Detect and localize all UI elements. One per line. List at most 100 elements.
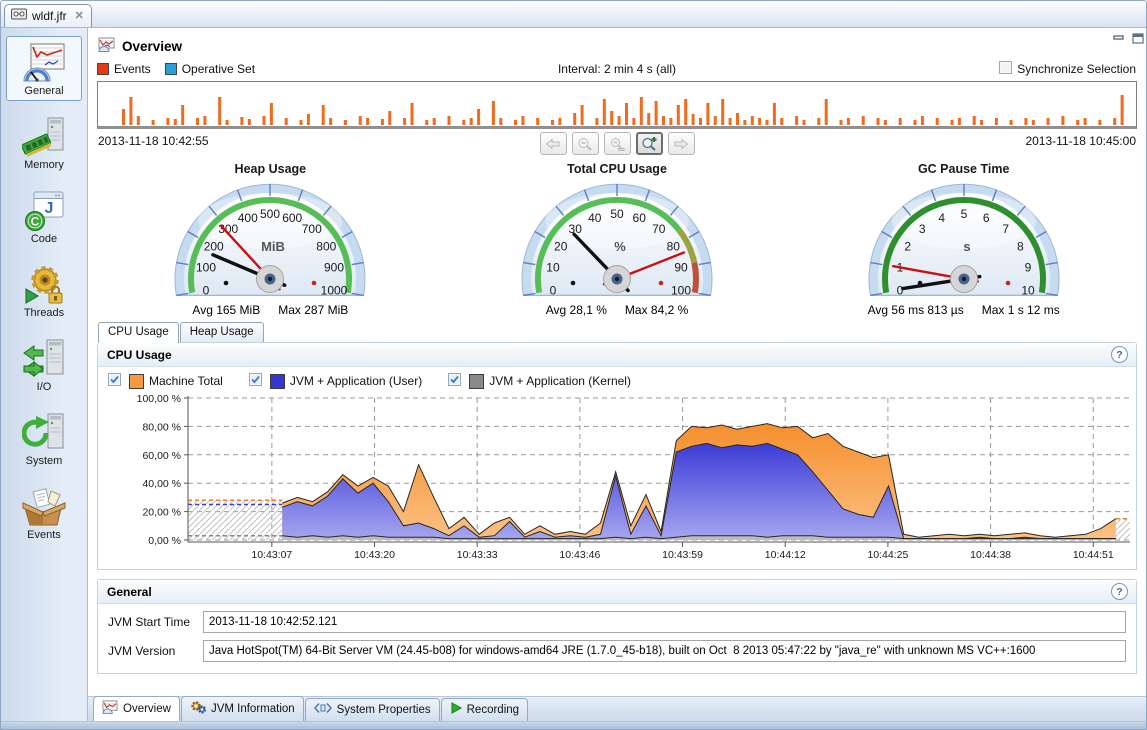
cpu-help-icon[interactable]: ? [1111,346,1128,363]
bottom-tab-bar: Overview JVM Information System Properties… [88,696,1146,721]
bottom-tab-label: System Properties [337,704,431,716]
svg-text:10:43:46: 10:43:46 [559,549,600,561]
general-help-icon[interactable]: ? [1111,583,1128,600]
bottom-tab-label: Recording [467,704,519,716]
svg-text:700: 700 [302,222,322,236]
editor-tab-wldf[interactable]: wldf.jfr ✕ [4,4,92,27]
page-header: Overview [97,28,1137,59]
sidebar-item-system[interactable]: System [6,406,82,471]
timeline-zoom-range-button[interactable] [604,132,631,155]
jvm-start-time-row: JVM Start Time [108,611,1126,633]
overview-tab-icon [102,700,118,717]
jvm-version-field[interactable] [203,640,1126,662]
series-checkbox[interactable] [448,373,461,389]
jvm-start-time-field[interactable] [203,611,1126,633]
series-swatch [469,374,484,389]
timeline-forward-button[interactable] [668,132,695,155]
bottom-tab-system-properties[interactable]: System Properties [305,698,440,721]
svg-text:0: 0 [550,283,557,297]
svg-text:1000: 1000 [321,283,348,297]
svg-text:400: 400 [238,211,258,225]
timeline-strip[interactable] [97,81,1137,129]
svg-text:s: s [963,239,970,254]
svg-text:10: 10 [1021,283,1035,297]
sidebar-item-memory[interactable]: Memory [6,110,82,175]
sidebar-item-code[interactable]: JC Code [6,184,82,249]
timeline-back-button[interactable] [540,132,567,155]
svg-text:200: 200 [204,240,224,254]
svg-text:600: 600 [283,211,303,225]
gauge-avg-value: Avg 28,1 % [546,303,607,317]
sysprops-tab-icon [314,702,332,717]
timeline-nav-buttons [97,132,1137,155]
svg-text:10: 10 [546,261,560,275]
svg-text:100,00 %: 100,00 % [137,393,181,405]
series-checkbox[interactable] [249,373,262,389]
svg-text:0: 0 [203,283,210,297]
sidebar-item-label: Code [8,233,80,245]
tab-cpu-usage[interactable]: CPU Usage [98,322,179,343]
svg-text:100: 100 [671,283,691,297]
svg-text:60,00 %: 60,00 % [142,450,181,462]
sidebar-item-label: Threads [8,307,80,319]
gauge-max-value: Max 84,2 % [625,303,688,317]
legend-label: Events [114,62,151,76]
synchronize-selection[interactable]: Synchronize Selection [999,61,1136,77]
jvm-version-label: JVM Version [108,644,203,658]
series-label: JVM + Application (User) [290,374,422,388]
sidebar-item-label: General [8,85,80,97]
cpu-chart: 0,00 %20,00 %40,00 %60,00 %80,00 %100,00… [98,390,1136,564]
timeline-zoom-in-button[interactable] [636,132,663,155]
recording-tab-icon [450,702,462,717]
bottom-tab-jvm-information[interactable]: JVM Information [181,696,304,721]
cpu-series-legend: Machine Total JVM + Application (User) JVM… [98,367,1136,390]
svg-text:10:43:07: 10:43:07 [251,549,292,561]
sidebar-item-label: I/O [8,381,80,393]
sidebar-item-general[interactable]: General [6,36,82,101]
sidebar-item-events[interactable]: Events [6,480,82,545]
series-toggle-machine-total[interactable]: Machine Total [108,373,223,389]
bottom-tab-overview[interactable]: Overview [93,696,180,721]
series-label: JVM + Application (Kernel) [489,374,631,388]
series-toggle-jvm-application-kernel-[interactable]: JVM + Application (Kernel) [448,373,631,389]
overview-page: Overview EventsOperative Set Interval: 2… [88,28,1146,721]
series-toggle-jvm-application-user-[interactable]: JVM + Application (User) [249,373,422,389]
window-bottom-frame [1,721,1146,729]
svg-text:C: C [31,215,40,229]
timeline-end-time: 2013-11-18 10:45:00 [1025,134,1136,148]
svg-text:900: 900 [324,261,344,275]
view-buttons [1113,31,1144,49]
svg-text:800: 800 [317,240,337,254]
cpu-section-header: CPU Usage ? [98,343,1136,367]
legend-item-operative-set: Operative Set [165,62,255,76]
svg-text:50: 50 [610,207,624,221]
gauge-stats: Avg 28,1 % Max 84,2 % [444,303,791,317]
maximize-view-icon[interactable] [1132,31,1144,49]
legend-label: Operative Set [182,62,255,76]
gauge-total-cpu-usage: Total CPU Usage0102030405060708090100%Av… [444,162,791,317]
series-label: Machine Total [149,374,223,388]
cpu-usage-section: CPU Usage ? Machine Total JVM + Applicati… [97,342,1137,570]
sidebar-item-io[interactable]: I/O [6,332,82,397]
series-swatch [129,374,144,389]
gauge-max-value: Max 1 s 12 ms [982,303,1060,317]
bottom-tab-recording[interactable]: Recording [441,698,528,721]
timeline-zoom-out-button[interactable] [572,132,599,155]
series-checkbox[interactable] [108,373,121,389]
sidebar-item-threads[interactable]: Threads [6,258,82,323]
gauge-stats: Avg 165 MiBMax 287 MiB [97,303,444,317]
minimize-view-icon[interactable] [1113,31,1125,49]
timeline-bars [98,82,1138,126]
overview-header-icon [98,37,115,55]
synchronize-checkbox[interactable] [999,61,1012,77]
sidebar-item-label: System [8,455,80,467]
synchronize-label: Synchronize Selection [1017,62,1136,76]
jmc-window: wldf.jfr ✕ General Memory JC Code Threads I/O… [0,0,1147,730]
flight-recording-icon [11,8,27,23]
gauge-title: GC Pause Time [790,162,1137,179]
tab-heap-usage[interactable]: Heap Usage [180,322,264,342]
timeline-legend: Events Operative Set [97,62,269,76]
svg-text:J: J [45,200,54,217]
close-tab-icon[interactable]: ✕ [75,9,84,22]
bottom-tab-label: JVM Information [211,703,295,715]
